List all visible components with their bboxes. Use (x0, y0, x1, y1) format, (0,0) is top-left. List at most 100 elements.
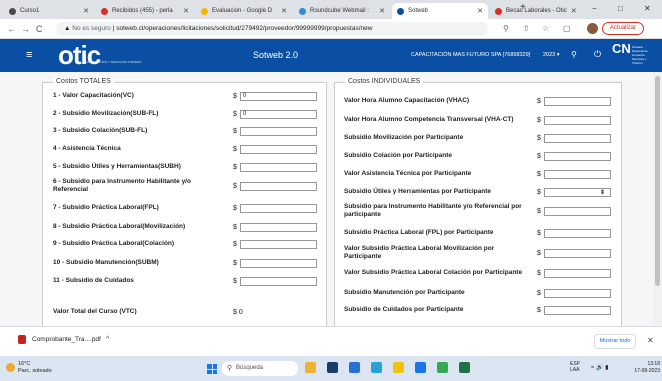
currency-symbol: $ (537, 249, 541, 257)
taskbar-app-icon[interactable] (415, 362, 426, 373)
individuales-row-label: Valor Asistencia Técnica por Participant… (344, 170, 472, 177)
avatar[interactable] (587, 23, 598, 34)
totales-row-label: 6 - Subsidio para Instrumento Habilitant… (53, 178, 191, 193)
share-icon[interactable]: ⇧ (523, 24, 530, 33)
individuales-row-label: Subsidio Manutención por Participante (344, 289, 465, 296)
currency-symbol: $ (233, 182, 237, 190)
individuales-input[interactable] (544, 133, 611, 143)
individuales-input[interactable] (544, 268, 611, 278)
totales-input[interactable] (240, 258, 317, 268)
currency-symbol: $ (233, 240, 237, 248)
taskbar-search[interactable]: ⚲ Búsqueda (222, 361, 298, 376)
totales-input[interactable] (240, 222, 317, 232)
maximize-button[interactable]: □ (618, 4, 623, 13)
taskbar-app-icon[interactable] (393, 362, 404, 373)
side-panel-icon[interactable]: ▢ (563, 24, 571, 33)
minimize-button[interactable]: − (592, 4, 597, 13)
currency-symbol: $ (537, 306, 541, 314)
totales-row-label: 9 - Subsidio Práctica Laboral(Colación) (53, 240, 174, 247)
tray-icons[interactable]: ≈ 🔊 ▮ (591, 364, 608, 371)
taskbar-app-icon[interactable] (305, 362, 316, 373)
individuales-row-label: Subsidio Práctica Laboral (FPL) por Part… (344, 229, 494, 236)
currency-symbol: $ (537, 229, 541, 237)
individuales-input[interactable] (544, 305, 611, 315)
close-window-button[interactable]: ✕ (644, 4, 651, 13)
individuales-input[interactable] (544, 115, 611, 125)
year-select[interactable]: 2023 ▾ (543, 52, 560, 58)
download-item[interactable]: Comprobante_Tra....pdf (18, 335, 101, 344)
individuales-input[interactable] (544, 169, 611, 179)
taskbar-app-icon[interactable] (459, 362, 470, 373)
tab-close-icon[interactable]: ✕ (567, 7, 577, 15)
currency-symbol: $ (233, 223, 237, 231)
totales-row-label: 4 - Asistencia Técnica (53, 145, 121, 152)
menu-icon[interactable]: ≡ (26, 49, 32, 61)
costos-totales-panel: Costos TOTALES 1 - Valor Capacitación(VC… (42, 78, 327, 327)
tab-favicon-icon (201, 7, 208, 15)
tab-close-icon[interactable]: ✕ (375, 7, 385, 15)
currency-symbol: $ (233, 259, 237, 267)
totales-input[interactable] (240, 162, 317, 172)
totales-row-label: 7 - Subsidio Práctica Laboral(FPL) (53, 204, 159, 211)
individuales-input[interactable] (544, 288, 611, 298)
currency-symbol: $ (537, 289, 541, 297)
clock[interactable]: 13:18 17-08-2023 (632, 361, 660, 375)
tab-close-icon[interactable]: ✕ (179, 7, 189, 15)
totales-input[interactable] (240, 203, 317, 213)
taskbar-app-icon[interactable] (437, 362, 448, 373)
weather-desc: Parc. soleado (18, 368, 52, 374)
tab-0[interactable]: Curso1 ✕ (4, 3, 94, 19)
totales-input[interactable] (240, 126, 317, 136)
taskbar-app-icon[interactable] (371, 362, 382, 373)
taskbar-app-icon[interactable] (349, 362, 360, 373)
totales-input[interactable]: 0 (240, 91, 317, 101)
weather-widget[interactable]: 16°C Parc. soleado (18, 361, 52, 375)
key-icon[interactable]: ⚲ (571, 50, 577, 59)
close-downloads-icon[interactable]: ✕ (647, 336, 654, 345)
individuales-row-label: Subsidio para Instrumento Habilitante y/… (344, 203, 522, 218)
language-indicator[interactable]: ESP LAA (570, 361, 580, 373)
tab-close-icon[interactable]: ✕ (277, 7, 287, 15)
star-icon[interactable]: ☆ (542, 24, 549, 33)
tab-close-icon[interactable]: ✕ (473, 7, 483, 15)
individuales-input[interactable] (544, 206, 611, 216)
totales-input[interactable] (240, 239, 317, 249)
totales-input[interactable] (240, 181, 317, 191)
tab-2[interactable]: Evaluacion - Google D ✕ (196, 3, 292, 19)
tab-4[interactable]: Sotweb ✕ (392, 3, 488, 19)
scrollbar-thumb[interactable] (655, 76, 660, 286)
chevron-up-icon[interactable]: ^ (106, 336, 109, 343)
currency-symbol: $ (233, 92, 237, 100)
tab-1[interactable]: Recibidos (455) - perla ✕ (96, 3, 194, 19)
totales-input[interactable] (240, 144, 317, 154)
totales-row-label: 1 - Valor Capacitación(VC) (53, 92, 134, 99)
url-input[interactable]: ▲ No es seguro | sotweb.cl/operaciones/l… (56, 22, 488, 36)
totales-row-label: 3 - Subsidio Colación(SUB-FL) (53, 127, 148, 134)
main-content: Costos TOTALES 1 - Valor Capacitación(VC… (0, 72, 662, 327)
tab-3[interactable]: Roundcube Webmail : ✕ (294, 3, 390, 19)
cn-logo: CN (612, 41, 631, 56)
power-icon[interactable]: ⏻ (594, 49, 601, 60)
tab-label: Curso1 (20, 8, 40, 14)
individuales-input[interactable] (544, 248, 611, 258)
tab-close-icon[interactable]: ✕ (79, 7, 89, 15)
individuales-input[interactable] (544, 96, 611, 106)
totales-input[interactable] (240, 276, 317, 286)
taskbar-app-icon[interactable] (327, 362, 338, 373)
new-tab-button[interactable]: + (520, 2, 526, 13)
weather-icon (6, 363, 15, 372)
key-icon[interactable]: ⚲ (503, 24, 509, 33)
windows-start-icon[interactable] (207, 364, 217, 374)
totales-input[interactable]: 0 (240, 109, 317, 119)
back-icon[interactable]: ← (7, 24, 16, 34)
logo-subtitle: CAPACITACIÓN Y SERVICIOS TURISMO (85, 60, 142, 64)
reload-icon[interactable]: C (36, 24, 43, 34)
forward-icon[interactable]: → (21, 24, 30, 34)
number-spinner-icon[interactable]: ⇕ (600, 189, 605, 196)
individuales-input[interactable] (544, 228, 611, 238)
individuales-input[interactable] (544, 151, 611, 161)
tab-label: Evaluacion - Google D (212, 8, 273, 14)
tab-5[interactable]: Becas Laborales - Otic ✕ (490, 3, 578, 19)
show-all-button[interactable]: Mostrar todo (594, 334, 636, 349)
update-button[interactable]: Actualizar (602, 22, 644, 35)
